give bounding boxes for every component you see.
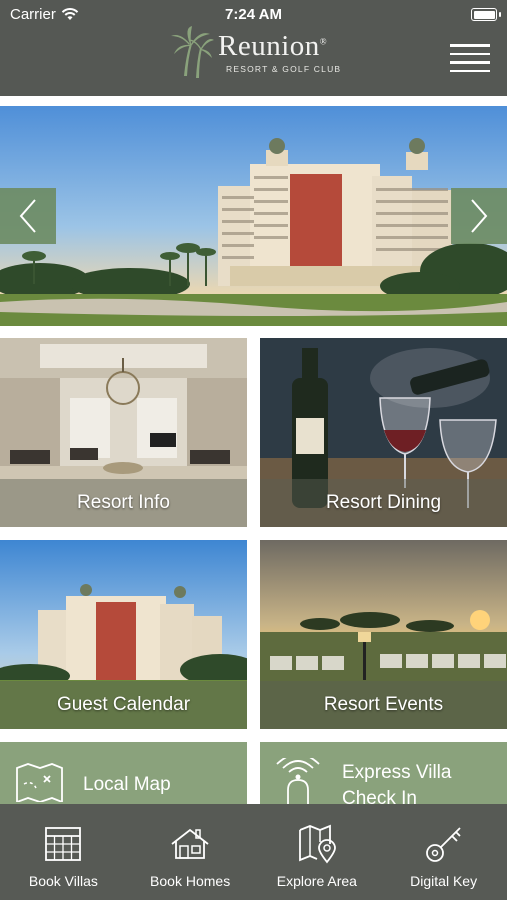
battery-icon <box>471 8 497 21</box>
key-icon <box>425 827 461 862</box>
nav-explore-area[interactable]: Explore Area <box>254 804 381 900</box>
brand-logo[interactable]: Reunion® RESORT & GOLF CLUB <box>170 26 350 82</box>
status-bar: Carrier 7:24 AM <box>0 6 507 24</box>
resort-tower-hotel-photo <box>0 106 507 326</box>
tile-express-villa-check-in[interactable]: Express Villa Check In <box>260 742 507 809</box>
battery-tip <box>499 12 501 17</box>
tile-guest-calendar[interactable]: Guest Calendar <box>0 540 247 729</box>
tile-local-map[interactable]: Local Map <box>0 742 247 804</box>
house-icon <box>171 828 209 859</box>
tile-label: Resort Dining <box>260 479 507 527</box>
carousel-next-button[interactable] <box>451 188 507 244</box>
app-header: Carrier 7:24 AM Reunion® RESORT & GOLF C… <box>0 0 507 96</box>
status-time: 7:24 AM <box>225 6 282 23</box>
brand-name: Reunion® <box>218 30 328 62</box>
hamburger-menu-icon[interactable] <box>450 44 490 74</box>
nav-digital-key[interactable]: Digital Key <box>380 804 507 900</box>
tile-label: Local Map <box>83 774 171 795</box>
nav-label: Book Homes <box>150 873 231 889</box>
nav-label: Book Villas <box>28 873 98 889</box>
tile-label: Resort Info <box>0 479 247 527</box>
nav-book-homes[interactable]: Book Homes <box>127 804 254 900</box>
bottom-navigation: Book Villas Book Homes Explore Area Digi… <box>0 804 507 900</box>
treasure-map-icon <box>16 763 63 802</box>
brand-subtitle: RESORT & GOLF CLUB <box>226 64 342 74</box>
tile-resort-events[interactable]: Resort Events <box>260 540 507 729</box>
hero-carousel[interactable] <box>0 106 507 326</box>
nav-label: Digital Key <box>410 873 478 889</box>
tile-resort-info[interactable]: Resort Info <box>0 338 247 527</box>
tile-label: Resort Events <box>260 681 507 729</box>
chevron-right-icon <box>471 199 488 233</box>
nav-label: Explore Area <box>276 873 357 889</box>
tile-resort-dining[interactable]: Resort Dining <box>260 338 507 527</box>
map-pin-icon <box>298 824 336 864</box>
calendar-grid-icon <box>45 827 82 861</box>
chevron-left-icon <box>19 199 36 233</box>
palm-trees-icon <box>171 26 214 78</box>
tile-label: Guest Calendar <box>0 681 247 729</box>
nav-book-villas[interactable]: Book Villas <box>0 804 127 900</box>
bell-signal-icon <box>276 758 320 804</box>
tile-label-line1: Express Villa <box>342 762 452 783</box>
carousel-prev-button[interactable] <box>0 188 56 244</box>
